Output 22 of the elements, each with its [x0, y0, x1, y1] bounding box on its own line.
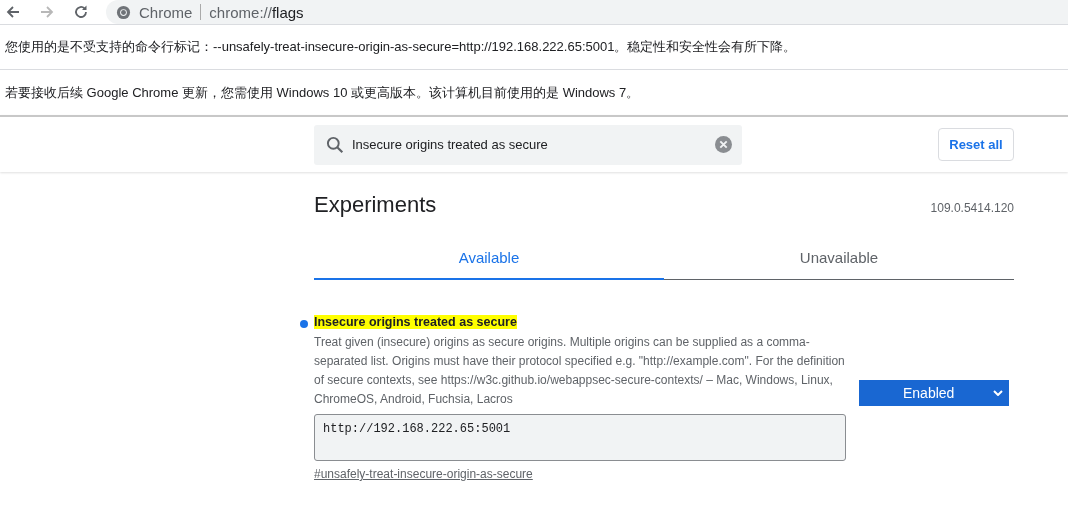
- origins-field[interactable]: http://192.168.222.65:5001: [314, 414, 846, 461]
- infobar-text: 您使用的是不受支持的命令行标记：--unsafely-treat-insecure-origin-as-secure=http://192.168.222.65:5001。稳定性和安全性会有所下降。: [5, 38, 797, 56]
- flag-description: Treat given (insecure) origins as secure origins. Multiple origins can be supplied as a comma-separated list. Origins must have their protocol specified e.g. "http://example.com". For the definition of secure contexts, see https://w3c.github.io/webappsec-secure-contexts/ – Mac, Windows, Linux, ChromeOS, Android, Fuchsia, Lacros: [314, 334, 846, 408]
- infobar-text: 若要接收后续 Google Chrome 更新，您需使用 Windows 10 或更高版本。该计算机目前使用的是 Windows 7。: [5, 83, 640, 102]
- flag-link[interactable]: #unsafely-treat-insecure-origin-as-secure: [314, 467, 533, 481]
- url-text: chrome://flags: [209, 3, 304, 21]
- site-label: Chrome: [139, 3, 193, 21]
- back-icon[interactable]: [5, 4, 21, 20]
- chevron-icon: [993, 389, 1003, 396]
- reload-icon[interactable]: [73, 4, 89, 20]
- clear-icon[interactable]: [715, 136, 732, 153]
- state-dropdown[interactable]: Enabled: [859, 379, 1009, 406]
- reset-all-button[interactable]: Reset all: [938, 128, 1014, 161]
- tab[interactable]: Unavailable: [664, 236, 1014, 280]
- address-bar[interactable]: Chrome chrome://flags: [106, 0, 1068, 24]
- tab[interactable]: Available: [314, 236, 664, 280]
- search-icon: [326, 135, 344, 154]
- chrome-icon: [116, 4, 131, 20]
- page-title: Experiments: [314, 192, 437, 218]
- search-field[interactable]: Insecure origins treated as secure: [314, 124, 742, 165]
- flag-name: Insecure origins treated as secure: [314, 315, 517, 329]
- version-text: 109.0.5414.120: [930, 201, 1014, 215]
